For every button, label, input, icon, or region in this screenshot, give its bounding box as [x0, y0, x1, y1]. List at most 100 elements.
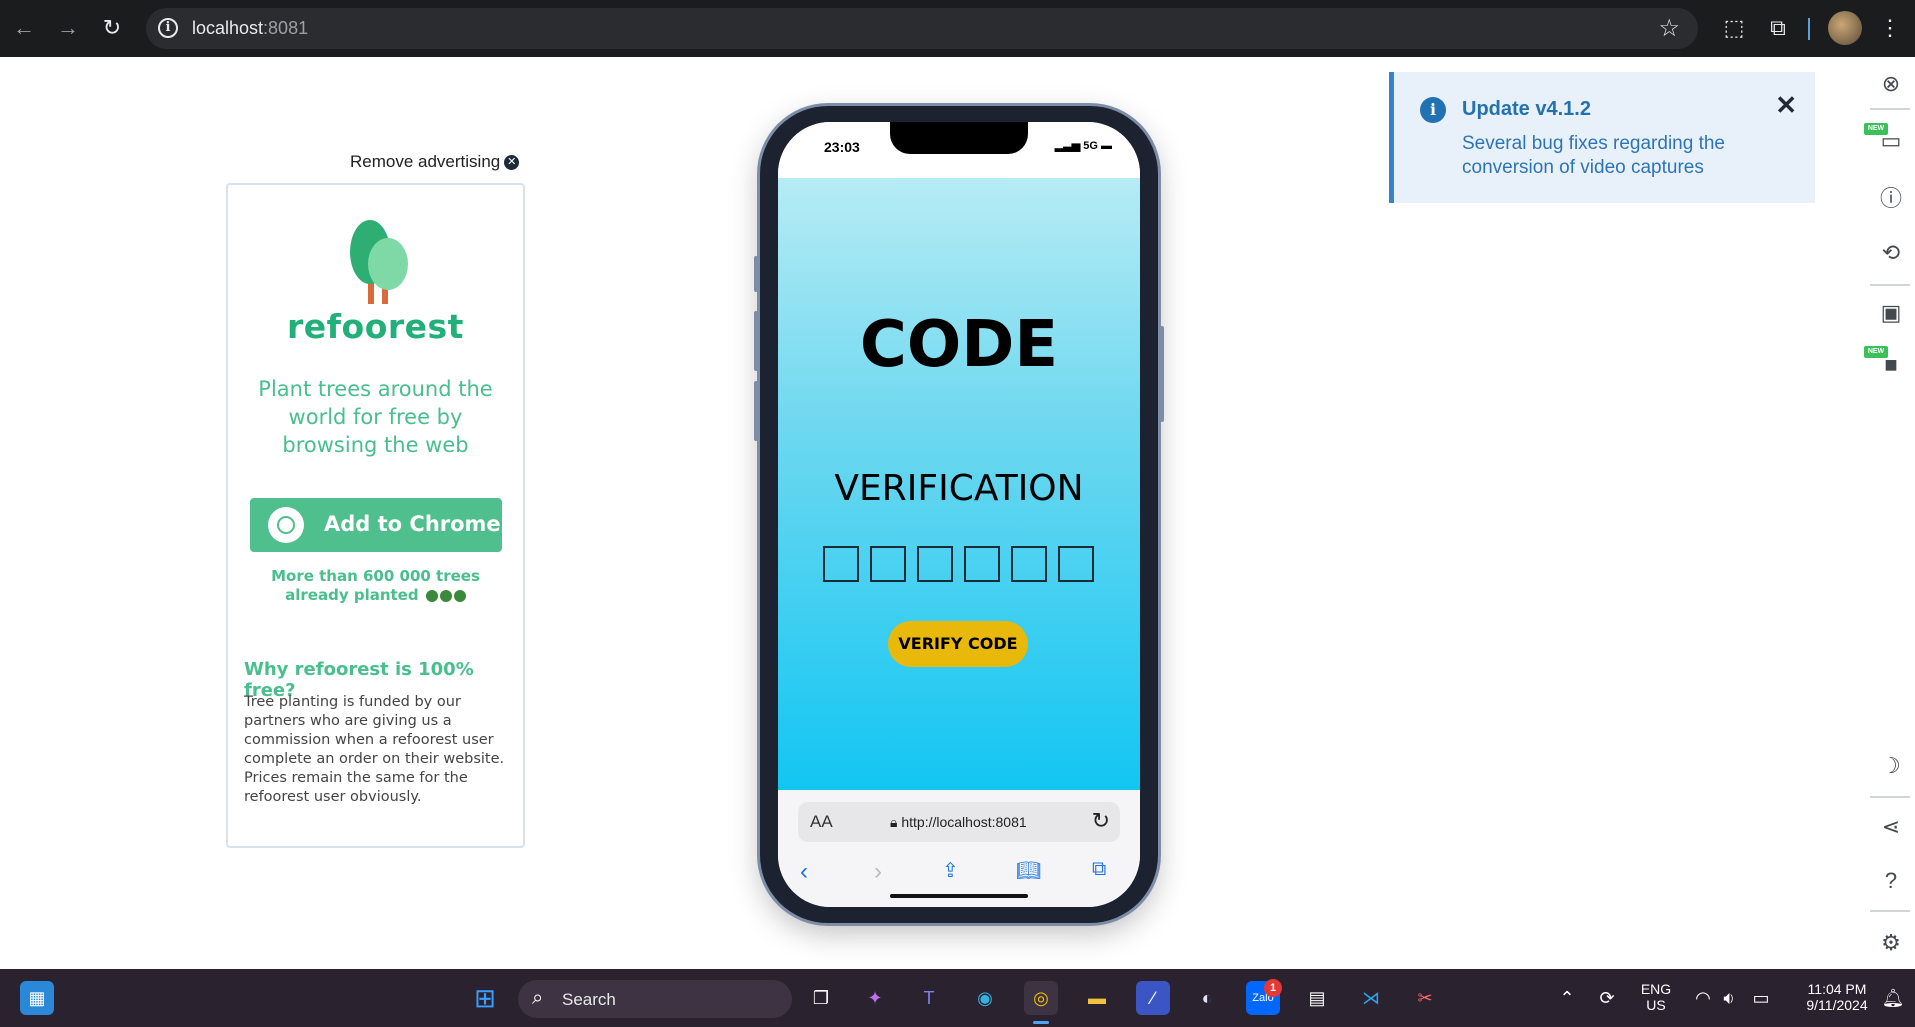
- windows-start-icon[interactable]: ⊞: [468, 981, 502, 1015]
- iphone-mockup: 23:03 ▂▃▅ 5G ▬ CODE VERIFICATION VERIFY …: [754, 106, 1164, 923]
- info-circle-icon[interactable]: ⓘ: [1874, 182, 1908, 216]
- widgets-icon[interactable]: ▦: [20, 981, 54, 1015]
- reload-button[interactable]: ↻: [98, 14, 126, 42]
- otp-input-6[interactable]: [1058, 546, 1094, 582]
- safari-reload-icon[interactable]: ↻: [1092, 808, 1110, 834]
- info-icon: i: [1420, 97, 1446, 123]
- snipping-tool-icon[interactable]: ✂: [1408, 981, 1442, 1015]
- extensions-puzzle-icon[interactable]: ⧉: [1762, 12, 1794, 44]
- new-badge: NEW: [1864, 346, 1888, 358]
- otp-input-5[interactable]: [1011, 546, 1047, 582]
- url-host: localhost: [192, 18, 264, 38]
- url-port: :8081: [263, 18, 309, 38]
- close-icon[interactable]: ✕: [1775, 90, 1797, 121]
- lock-icon: 🔒︎: [890, 814, 902, 830]
- back-button[interactable]: ←: [10, 14, 38, 42]
- tray-chevron-up-icon[interactable]: ⌃: [1550, 981, 1584, 1015]
- eclipse-icon[interactable]: ◐: [1190, 981, 1224, 1015]
- network-label: 5G: [1083, 140, 1098, 152]
- tree-emoji-icon: [425, 589, 438, 602]
- new-badge: NEW: [1864, 123, 1888, 135]
- remove-advertising-label: Remove advertising: [350, 152, 501, 171]
- settings-gear-icon[interactable]: ⚙: [1874, 926, 1908, 960]
- update-title: Update v4.1.2: [1462, 98, 1591, 120]
- battery-icon: ▬: [1101, 140, 1112, 152]
- toolbar-separator: [1870, 284, 1910, 286]
- tabs-icon[interactable]: ⧉: [1092, 858, 1106, 881]
- profile-avatar[interactable]: [1828, 11, 1862, 45]
- rotate-icon[interactable]: ⟲: [1874, 236, 1908, 270]
- reader-aa-button[interactable]: AA: [810, 812, 833, 832]
- safari-toolbar: ‹ › ⇪ 📖︎ ⧉: [778, 858, 1140, 888]
- verify-code-button[interactable]: VERIFY CODE: [888, 621, 1028, 667]
- terminal-icon[interactable]: ▤: [1300, 981, 1334, 1015]
- menu-kebab-icon[interactable]: ⋮: [1874, 12, 1906, 44]
- file-explorer-icon[interactable]: ▬: [1080, 981, 1114, 1015]
- phone-screen: 23:03 ▂▃▅ 5G ▬ CODE VERIFICATION VERIFY …: [778, 122, 1140, 907]
- otp-input-1[interactable]: [823, 546, 859, 582]
- bookmarks-book-icon[interactable]: 📖︎: [1016, 858, 1041, 883]
- language-indicator[interactable]: ENG US: [1636, 981, 1676, 1013]
- safari-forward-icon[interactable]: ›: [874, 858, 882, 886]
- safari-back-icon[interactable]: ‹: [800, 858, 808, 886]
- toolbar-divider: [1808, 18, 1810, 40]
- browser-toolbar: ← → ↻ i localhost:8081 ☆ ⬚ ⧉ ⋮: [0, 0, 1915, 57]
- help-icon[interactable]: ?: [1874, 864, 1908, 898]
- notification-bell-icon[interactable]: 🔔︎: [1876, 981, 1910, 1015]
- otp-input-3[interactable]: [917, 546, 953, 582]
- safari-url-text: http://localhost:8081: [901, 814, 1027, 830]
- battery-tray-icon[interactable]: ▭: [1744, 981, 1778, 1015]
- brand-name: refoorest: [287, 307, 464, 346]
- search-icon: ⌕: [532, 987, 544, 1009]
- bookmark-star-icon[interactable]: ☆: [1658, 14, 1680, 43]
- update-text: Several bug fixes regarding the conversi…: [1462, 133, 1725, 178]
- visual-studio-icon[interactable]: ∕: [1136, 981, 1170, 1015]
- close-panel-icon[interactable]: ⊗: [1874, 67, 1908, 101]
- toolbar-separator: [1870, 910, 1910, 912]
- refoorest-tree-logo-icon: [350, 220, 408, 304]
- forward-button[interactable]: →: [54, 14, 82, 42]
- share-nodes-icon[interactable]: ⋖: [1874, 810, 1908, 844]
- phone-status-bar: 23:03 ▂▃▅ 5G ▬: [778, 122, 1140, 178]
- language-bottom: US: [1646, 997, 1666, 1013]
- site-info-icon[interactable]: i: [158, 18, 178, 38]
- vscode-icon[interactable]: ⋊: [1354, 981, 1388, 1015]
- search-label: Search: [562, 990, 616, 1009]
- notification-badge: 1: [1264, 979, 1282, 997]
- why-free-text: Tree planting is funded by our partners …: [244, 694, 505, 805]
- code-title: CODE: [859, 308, 1059, 382]
- phone-status-icons: ▂▃▅ 5G ▬: [1055, 139, 1112, 152]
- copilot-icon[interactable]: ✦: [858, 981, 892, 1015]
- windows-taskbar: ▦ ⊞ ⌕ Search ❐ ✦ T ◉ ◎ ▬ ∕ ◐ Zalo 1 ▤ ⋊ …: [0, 969, 1915, 1027]
- home-indicator: [890, 894, 1028, 898]
- safari-address-bar[interactable]: AA 🔒︎ http://localhost:8081 ↻: [798, 802, 1120, 842]
- address-url[interactable]: localhost:8081: [192, 18, 308, 39]
- toolbar-separator: [1870, 108, 1910, 110]
- edge-icon[interactable]: ◉: [968, 981, 1002, 1015]
- dark-mode-moon-icon[interactable]: ☽: [1874, 749, 1908, 783]
- task-view-icon[interactable]: ❐: [804, 981, 838, 1015]
- address-bar[interactable]: i localhost:8081 ☆: [146, 8, 1698, 49]
- update-notification: i Update v4.1.2 Several bug fixes regard…: [1389, 72, 1815, 203]
- phone-volume-up: [754, 311, 758, 371]
- teams-icon[interactable]: T: [912, 981, 946, 1015]
- active-app-indicator: [1033, 1021, 1049, 1024]
- close-circle-icon[interactable]: ✕: [504, 155, 520, 171]
- taskbar-search[interactable]: ⌕ Search: [518, 980, 792, 1018]
- add-to-chrome-label: Add to Chrome: [324, 512, 501, 536]
- ad-tagline: Plant trees around the world for free by…: [258, 377, 493, 457]
- share-icon[interactable]: ⇪: [942, 858, 959, 883]
- add-to-chrome-button[interactable]: Add to Chrome: [250, 498, 502, 552]
- toolbar-separator: [1870, 796, 1910, 798]
- otp-input-4[interactable]: [964, 546, 1000, 582]
- camera-icon[interactable]: ▣: [1874, 296, 1908, 330]
- refoorest-ad: refoorest Plant trees around the world f…: [226, 183, 525, 848]
- sync-icon[interactable]: ⟳: [1590, 981, 1624, 1015]
- chrome-taskbar-icon[interactable]: ◎: [1024, 981, 1058, 1015]
- volume-icon[interactable]: 🔉︎: [1712, 981, 1746, 1015]
- phone-notch: [890, 122, 1028, 154]
- extension-capture-icon[interactable]: ⬚: [1718, 12, 1750, 44]
- otp-input-2[interactable]: [870, 546, 906, 582]
- remove-advertising-link[interactable]: Remove advertising ✕: [350, 152, 520, 172]
- phone-time: 23:03: [824, 139, 860, 155]
